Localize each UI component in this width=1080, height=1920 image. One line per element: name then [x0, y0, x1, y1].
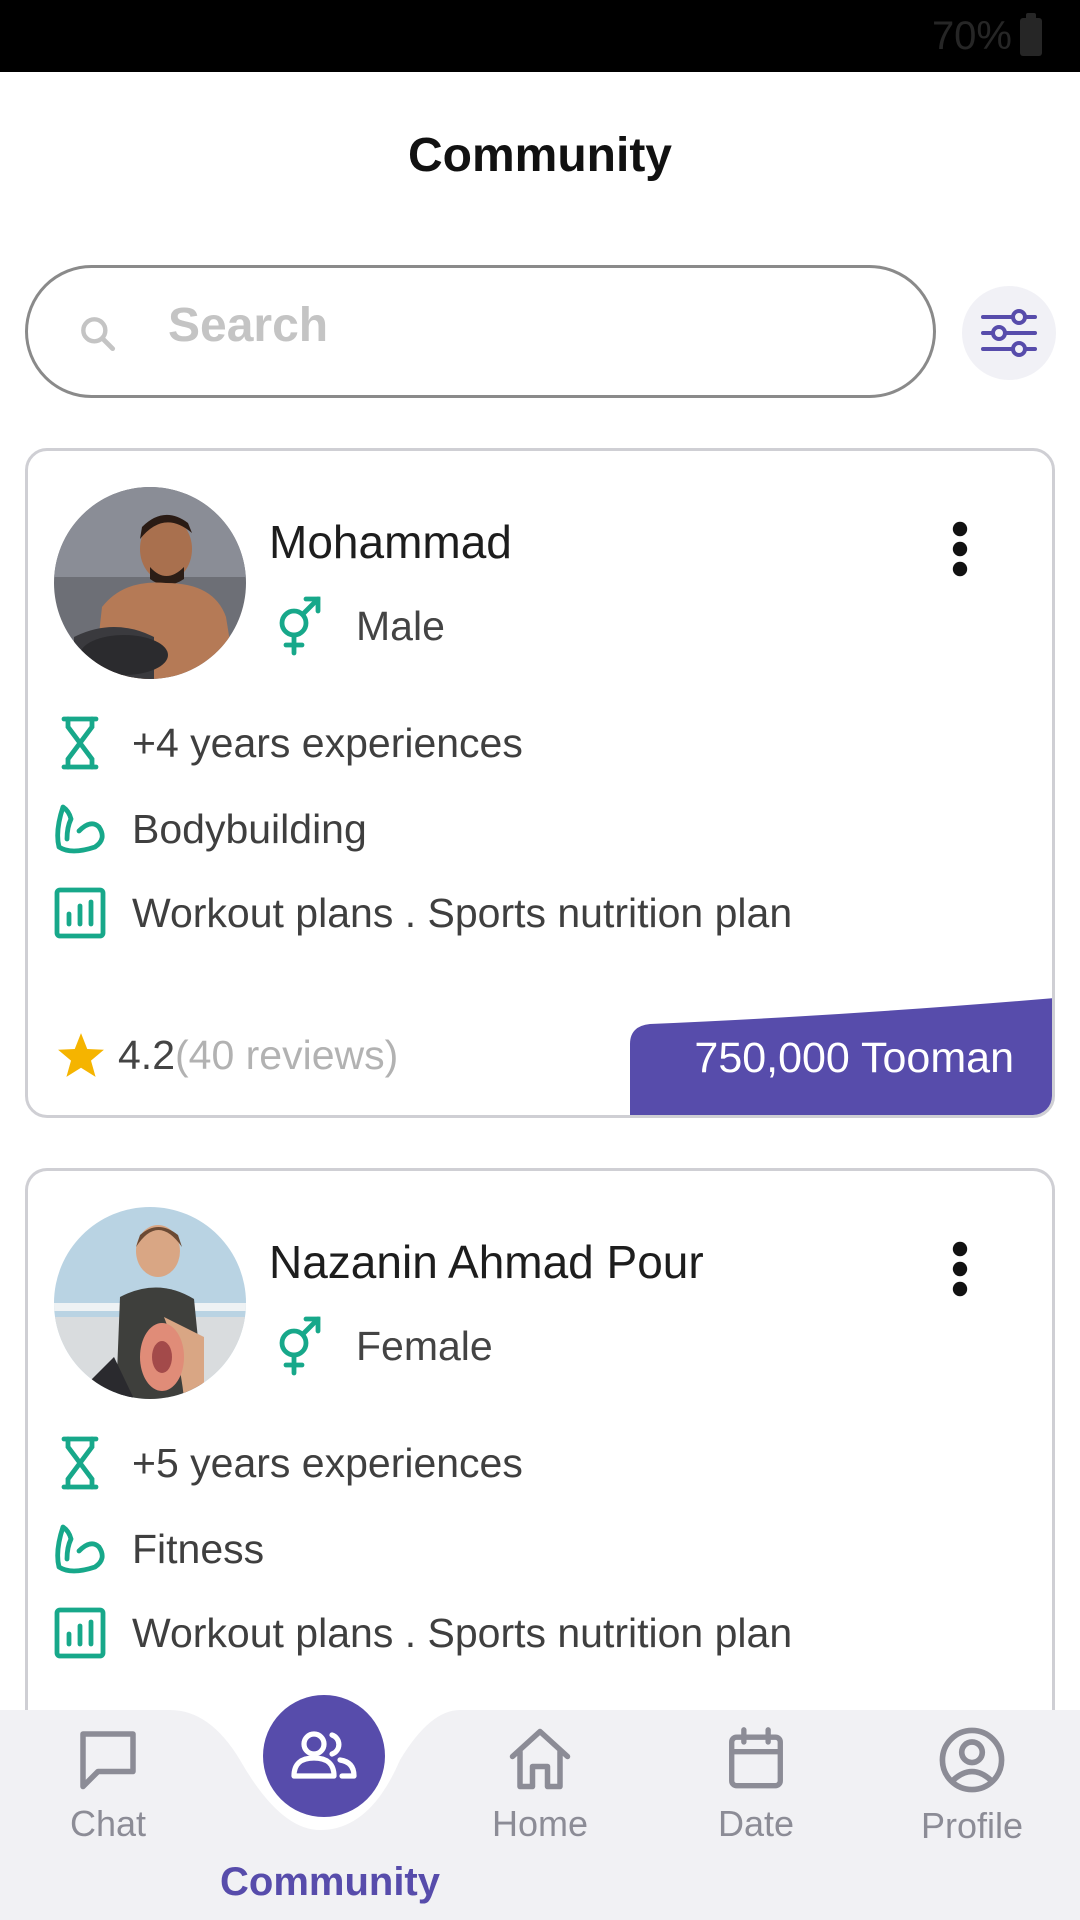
search-icon	[81, 317, 116, 352]
bottom-navigation: Chat Home Date Profile	[0, 1710, 1080, 1920]
experience-row: +4 years experiences	[50, 713, 523, 773]
filter-button[interactable]	[962, 286, 1056, 380]
gender-label: Female	[356, 1322, 493, 1369]
sliders-icon	[981, 309, 1037, 357]
experience-row: +5 years experiences	[50, 1433, 523, 1493]
avatar	[54, 1207, 246, 1399]
nav-date-label: Date	[717, 1803, 795, 1844]
nav-home[interactable]: Home	[460, 1724, 620, 1845]
coach-name: Nazanin Ahmad Pour	[269, 1236, 704, 1288]
nav-profile[interactable]: Profile	[892, 1724, 1052, 1847]
avatar	[54, 487, 246, 679]
coach-card[interactable]: Mohammad Male +4 years experiences Bodyb…	[25, 448, 1055, 1118]
nav-chat[interactable]: Chat	[28, 1724, 188, 1845]
services-text: Workout plans . Sports nutrition plan	[132, 889, 793, 936]
gender-label: Male	[356, 602, 445, 649]
experience-text: +4 years experiences	[132, 719, 523, 766]
star-icon	[58, 1033, 104, 1077]
calendar-icon	[729, 1727, 783, 1789]
experience-text: +5 years experiences	[132, 1439, 523, 1486]
chart-icon	[54, 1607, 106, 1659]
specialty-row: Fitness	[50, 1519, 264, 1579]
chart-icon	[54, 887, 106, 939]
battery-indicator: 70%	[931, 12, 1042, 59]
services-text: Workout plans . Sports nutrition plan	[132, 1609, 793, 1656]
specialty-text: Fitness	[132, 1525, 265, 1572]
community-icon	[291, 1731, 357, 1779]
search-placeholder: Search	[168, 299, 329, 352]
gender-row: Female	[274, 1315, 493, 1377]
more-vertical-icon[interactable]	[948, 521, 972, 577]
price-label[interactable]: 750,000 Tooman	[694, 1034, 1014, 1083]
battery-icon	[1020, 12, 1042, 56]
profile-icon	[939, 1727, 1005, 1793]
bicep-icon	[55, 1524, 105, 1574]
nav-home-label: Home	[491, 1803, 589, 1844]
specialty-text: Bodybuilding	[132, 805, 367, 852]
rating: 4.2 (40 reviews)	[56, 1031, 398, 1079]
page-title: Community	[408, 129, 672, 182]
nav-community-label: Community	[220, 1860, 440, 1904]
services-row: Workout plans . Sports nutrition plan	[50, 1603, 792, 1663]
battery-percent: 70%	[931, 14, 1012, 58]
chat-icon	[80, 1731, 136, 1790]
status-bar: 70%	[0, 0, 1080, 72]
hourglass-icon	[61, 716, 99, 770]
more-vertical-icon[interactable]	[948, 1241, 972, 1297]
hourglass-icon	[61, 1436, 99, 1490]
gender-row: Male	[274, 595, 445, 657]
specialty-row: Bodybuilding	[50, 799, 367, 859]
nav-profile-label: Profile	[920, 1805, 1024, 1846]
nav-community[interactable]	[263, 1695, 385, 1817]
coach-card[interactable]: Nazanin Ahmad Pour Female +5 years exper…	[25, 1168, 1055, 1728]
gender-icon	[279, 596, 321, 656]
nav-date[interactable]: Date	[676, 1724, 836, 1845]
coach-name: Mohammad	[269, 516, 512, 568]
rating-reviews: (40 reviews)	[175, 1031, 399, 1078]
nav-chat-label: Chat	[69, 1803, 147, 1844]
home-icon	[509, 1728, 571, 1790]
rating-value: 4.2	[118, 1031, 175, 1078]
search-input[interactable]: Search	[25, 265, 936, 398]
gender-icon	[279, 1316, 321, 1376]
bicep-icon	[55, 804, 105, 854]
services-row: Workout plans . Sports nutrition plan	[50, 883, 792, 943]
